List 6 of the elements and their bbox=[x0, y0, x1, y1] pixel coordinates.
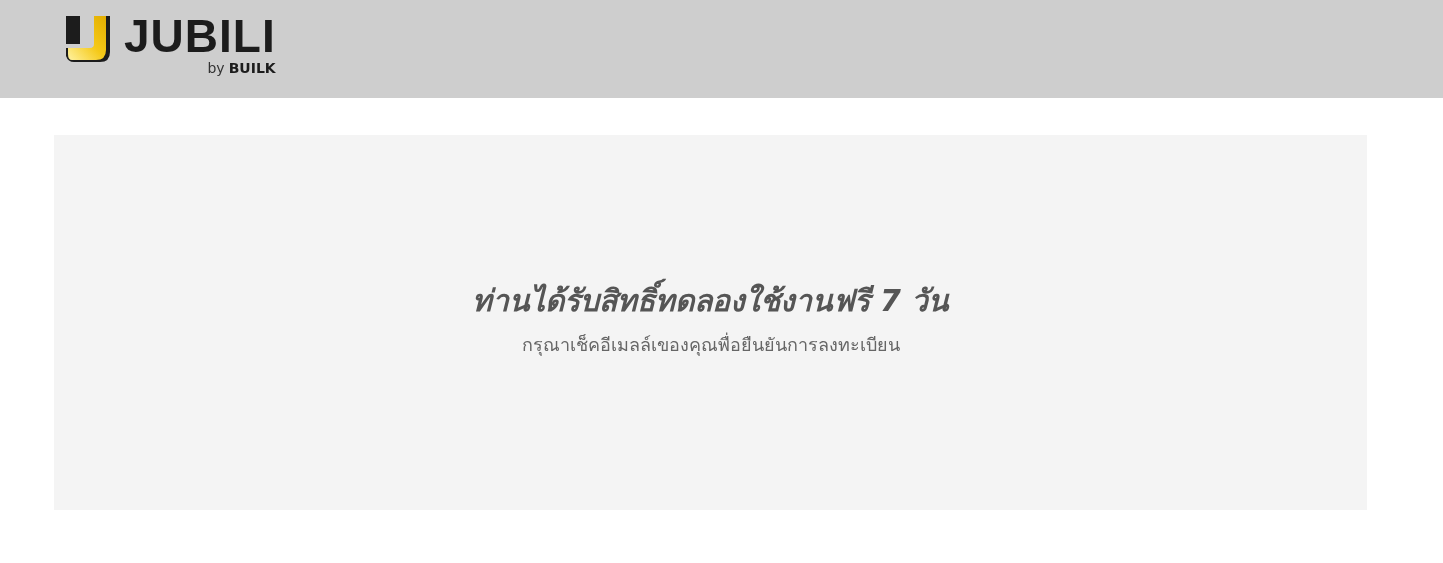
trial-subtitle: กรุณาเช็คอีเมลล์เของคุณพื่อยืนยันการลงทะเบียน bbox=[521, 332, 900, 357]
logo-company: BUILK bbox=[228, 60, 276, 76]
logo-by-label: by bbox=[207, 60, 225, 76]
trial-title: ท่านได้รับสิทธิ์ทดลองใช้งานฟรี 7 วัน bbox=[471, 280, 950, 321]
logo-wordmark: JUBILI bbox=[124, 14, 276, 58]
logo-icon bbox=[66, 14, 110, 62]
